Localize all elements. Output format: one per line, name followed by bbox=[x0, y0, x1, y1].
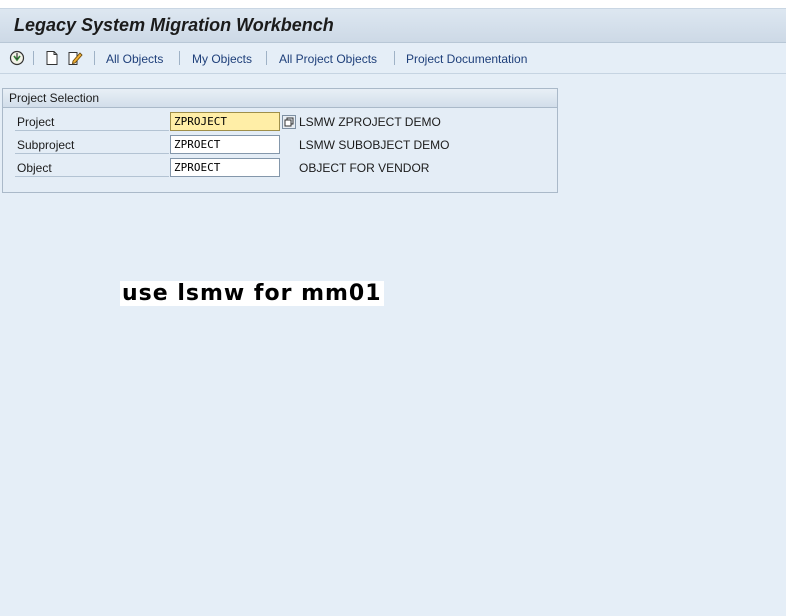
object-field[interactable] bbox=[170, 158, 280, 177]
toolbar-separator bbox=[179, 51, 180, 65]
all-project-objects-button[interactable]: All Project Objects bbox=[279, 52, 377, 66]
subproject-label: Subproject bbox=[15, 136, 169, 154]
toolbar-separator bbox=[266, 51, 267, 65]
application-toolbar: All Objects My Objects All Project Objec… bbox=[0, 43, 786, 74]
project-selection-group: Project Selection Project LSMW ZPROJECT … bbox=[2, 88, 558, 193]
project-field[interactable] bbox=[170, 112, 280, 131]
project-description: LSMW ZPROJECT DEMO bbox=[299, 115, 441, 129]
group-header: Project Selection bbox=[3, 89, 557, 108]
caption-overlay: use lsmw for mm01 bbox=[120, 281, 384, 306]
project-documentation-button[interactable]: Project Documentation bbox=[406, 52, 527, 66]
project-label: Project bbox=[15, 113, 169, 131]
toolbar-separator bbox=[94, 51, 95, 65]
my-objects-button[interactable]: My Objects bbox=[192, 52, 252, 66]
subproject-description: LSMW SUBOBJECT DEMO bbox=[299, 138, 450, 152]
toolbar-separator bbox=[33, 51, 34, 65]
page-title: Legacy System Migration Workbench bbox=[14, 15, 334, 35]
value-help-icon[interactable] bbox=[282, 115, 296, 129]
title-bar: Legacy System Migration Workbench bbox=[0, 9, 786, 43]
object-description: OBJECT FOR VENDOR bbox=[299, 161, 430, 175]
toolbar-separator bbox=[394, 51, 395, 65]
all-objects-button[interactable]: All Objects bbox=[106, 52, 163, 66]
subproject-field[interactable] bbox=[170, 135, 280, 154]
group-title: Project Selection bbox=[9, 91, 100, 105]
top-strip bbox=[0, 0, 786, 9]
execute-icon[interactable] bbox=[9, 50, 25, 66]
new-document-icon[interactable] bbox=[44, 50, 60, 66]
object-label: Object bbox=[15, 159, 169, 177]
edit-icon[interactable] bbox=[67, 50, 83, 66]
